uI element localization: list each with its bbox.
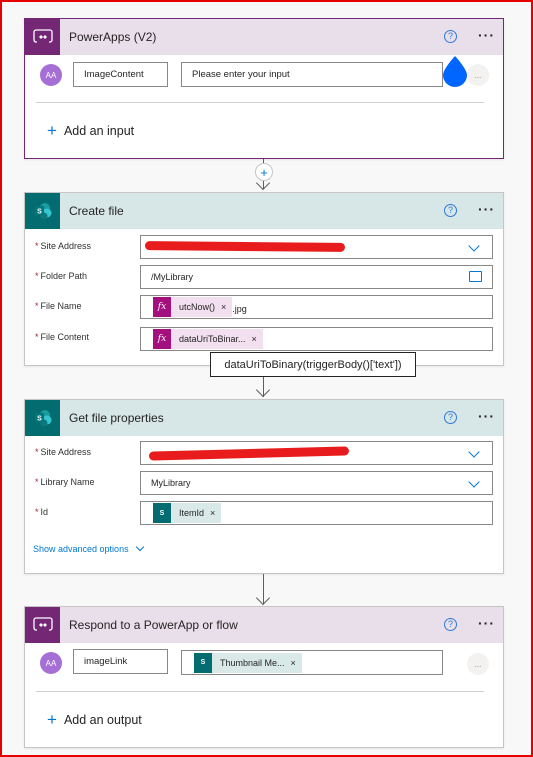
sharepoint-icon: S: [25, 193, 60, 229]
folder-path-field[interactable]: /MyLibrary: [140, 265, 493, 289]
sharepoint-icon: S: [25, 400, 60, 436]
more-options-icon[interactable]: ···: [478, 616, 495, 630]
step-title: PowerApps (V2): [69, 30, 157, 44]
field-label-file-name: * File Name: [35, 301, 82, 311]
help-icon[interactable]: ?: [444, 411, 457, 424]
library-name-dropdown[interactable]: MyLibrary: [140, 471, 493, 495]
powerapps-icon: [25, 607, 60, 643]
expression-token[interactable]: fx dataUriToBinar... ×: [153, 329, 263, 349]
arrow-down-icon: [255, 382, 271, 398]
field-label-folder-path: * Folder Path: [35, 271, 88, 281]
remove-token-icon[interactable]: ×: [210, 508, 221, 518]
add-output-button[interactable]: + Add an output: [47, 711, 142, 728]
remove-token-icon[interactable]: ×: [291, 658, 302, 668]
more-options-icon[interactable]: ···: [478, 409, 495, 423]
fx-icon: fx: [153, 329, 171, 349]
dynamic-content-token[interactable]: S Thumbnail Me... ×: [194, 652, 302, 673]
input-more-button[interactable]: ...: [467, 64, 489, 86]
help-icon[interactable]: ?: [444, 618, 457, 631]
plus-icon: +: [47, 121, 57, 140]
step-card-respond-to-powerapp: Respond to a PowerApp or flow ? ··· AA i…: [24, 606, 504, 748]
divider: [36, 691, 484, 692]
folder-path-value: /MyLibrary: [151, 272, 194, 282]
dynamic-content-token[interactable]: S ItemId ×: [153, 503, 222, 523]
powerapps-icon: [25, 19, 60, 55]
chevron-down-icon: [468, 240, 480, 252]
step-title: Respond to a PowerApp or flow: [69, 618, 238, 632]
chevron-down-icon: [468, 446, 480, 458]
remove-token-icon[interactable]: ×: [252, 334, 263, 344]
output-more-button[interactable]: ...: [467, 653, 489, 675]
step-header[interactable]: PowerApps (V2) ? ···: [25, 19, 503, 55]
add-input-button[interactable]: + Add an input: [47, 122, 134, 139]
input-value-field[interactable]: Please enter your input: [181, 62, 443, 87]
output-type-avatar: AA: [40, 652, 62, 674]
arrow-down-icon: [255, 590, 271, 606]
sharepoint-icon: S: [153, 503, 171, 523]
step-card-get-file-properties: S Get file properties ? ··· * Site Addres…: [24, 399, 504, 574]
help-icon[interactable]: ?: [444, 30, 457, 43]
chevron-down-icon: [468, 476, 480, 488]
step-header[interactable]: S Create file ? ···: [25, 193, 503, 229]
field-label-library-name: * Library Name: [35, 477, 95, 487]
chevron-down-icon: [135, 542, 144, 552]
step-header[interactable]: Respond to a PowerApp or flow ? ···: [25, 607, 503, 643]
field-label-id: * Id: [35, 507, 49, 517]
redaction-mark: [144, 241, 346, 252]
input-name-field[interactable]: ImageContent: [73, 62, 168, 87]
input-type-avatar: AA: [40, 64, 62, 86]
drag-cursor-icon: [443, 56, 467, 87]
library-name-value: MyLibrary: [151, 478, 191, 488]
divider: [36, 102, 484, 103]
remove-token-icon[interactable]: ×: [221, 302, 232, 312]
show-advanced-options-link[interactable]: Show advanced options: [33, 542, 144, 554]
output-value-field[interactable]: S Thumbnail Me... ×: [181, 650, 443, 675]
step-title: Get file properties: [69, 411, 164, 425]
more-options-icon[interactable]: ···: [478, 28, 495, 42]
field-label-site-address: * Site Address: [35, 241, 92, 251]
svg-text:S: S: [37, 209, 42, 216]
id-field[interactable]: S ItemId ×: [140, 501, 493, 525]
file-content-field[interactable]: fx dataUriToBinar... ×: [140, 327, 493, 351]
step-header[interactable]: S Get file properties ? ···: [25, 400, 503, 436]
redaction-mark: [148, 446, 350, 461]
output-name-field[interactable]: imageLink: [73, 649, 168, 674]
expression-tooltip: dataUriToBinary(triggerBody()['text']): [210, 352, 416, 377]
site-address-dropdown[interactable]: [140, 235, 493, 259]
step-card-create-file: S Create file ? ··· * Site Address * Folde…: [24, 192, 504, 366]
sharepoint-icon: S: [194, 652, 212, 673]
plus-icon: +: [47, 710, 57, 729]
add-input-label: Add an input: [63, 123, 135, 138]
add-output-label: Add an output: [63, 712, 142, 727]
file-name-suffix: .jpg: [232, 304, 247, 314]
file-name-field[interactable]: fx utcNow() × .jpg: [140, 295, 493, 319]
site-address-dropdown[interactable]: [140, 441, 493, 465]
help-icon[interactable]: ?: [444, 204, 457, 217]
folder-icon[interactable]: [469, 271, 482, 282]
step-card-powerapps-trigger: PowerApps (V2) ? ··· AA ImageContent Ple…: [24, 18, 504, 159]
expression-token[interactable]: fx utcNow() ×: [153, 297, 233, 317]
more-options-icon[interactable]: ···: [478, 202, 495, 216]
svg-text:S: S: [37, 416, 42, 423]
step-title: Create file: [69, 204, 124, 218]
fx-icon: fx: [153, 297, 171, 317]
field-label-site-address: * Site Address: [35, 447, 92, 457]
field-label-file-content: * File Content: [35, 332, 90, 342]
